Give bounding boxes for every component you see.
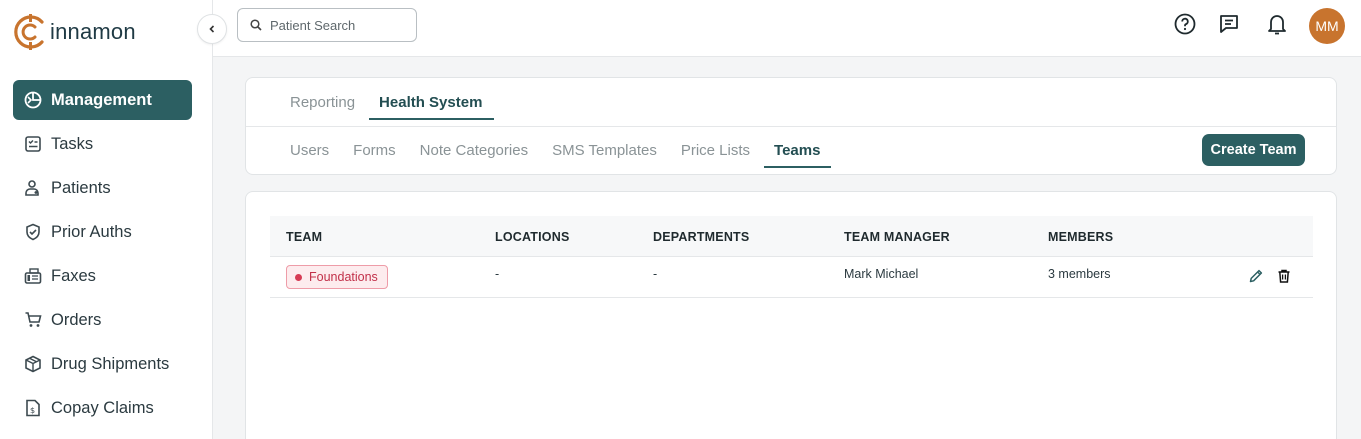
search-icon (250, 19, 262, 31)
sidebar-item-label: Prior Auths (51, 222, 132, 241)
logo-icon (14, 14, 44, 50)
create-team-button[interactable]: Create Team (1202, 134, 1305, 166)
tabs-card: Reporting Health System Users Forms Note… (245, 77, 1337, 175)
avatar[interactable]: MM (1309, 8, 1345, 44)
sidebar-item-prior-auths[interactable]: Prior Auths (13, 212, 192, 252)
tab-forms[interactable]: Forms (353, 127, 396, 173)
cell-members: 3 members (1048, 267, 1111, 281)
column-header-team[interactable]: TEAM (286, 216, 322, 257)
shield-check-icon (23, 222, 43, 242)
patients-icon (23, 178, 43, 198)
help-button[interactable] (1173, 12, 1197, 36)
sidebar-item-faxes[interactable]: Faxes (13, 256, 192, 296)
tab-sms-templates[interactable]: SMS Templates (552, 127, 657, 173)
sidebar-item-tasks[interactable]: Tasks (13, 124, 192, 164)
trash-icon (1278, 269, 1290, 283)
sidebar-item-label: Drug Shipments (51, 354, 170, 373)
tasks-icon (23, 134, 43, 154)
column-header-departments[interactable]: DEPARTMENTS (653, 216, 749, 257)
fax-icon (23, 266, 43, 286)
tab-teams[interactable]: Teams (763, 127, 832, 173)
cart-icon (23, 310, 43, 330)
sidebar-item-label: Orders (51, 310, 102, 329)
collapse-sidebar-button[interactable] (197, 14, 227, 44)
column-header-locations[interactable]: LOCATIONS (495, 216, 569, 257)
primary-tabs: Reporting Health System (290, 78, 506, 126)
sidebar-item-management[interactable]: Management (13, 80, 192, 120)
sidebar-item-orders[interactable]: Orders (13, 300, 192, 340)
chat-icon (1220, 15, 1238, 33)
edit-button[interactable] (1247, 267, 1265, 285)
status-dot (295, 273, 302, 281)
cell-departments: - (653, 267, 658, 281)
sidebar-nav: Management Tasks Patients Prior Auths Fa… (13, 80, 192, 432)
sidebar-item-label: Copay Claims (51, 398, 154, 417)
tab-users[interactable]: Users (290, 127, 329, 173)
delete-button[interactable] (1275, 267, 1293, 285)
logo-text: innamon (50, 19, 136, 44)
sidebar: innamon Management Tasks Patients Prior … (0, 0, 213, 439)
column-header-members[interactable]: MEMBERS (1048, 216, 1113, 257)
chevron-left-icon (209, 25, 215, 33)
pencil-icon (1249, 269, 1263, 283)
table-row[interactable]: Foundations - - Mark Michael 3 members (270, 257, 1313, 298)
team-badge: Foundations (286, 265, 388, 289)
management-icon (23, 90, 43, 110)
bell-icon (1268, 15, 1286, 35)
top-header: MM (213, 0, 1361, 57)
team-name: Foundations (309, 270, 378, 284)
cell-locations: - (495, 267, 500, 281)
sidebar-item-label: Management (51, 90, 152, 109)
column-header-team-manager[interactable]: TEAM MANAGER (844, 216, 950, 257)
sidebar-item-patients[interactable]: Patients (13, 168, 192, 208)
logo[interactable]: innamon (12, 12, 136, 52)
claim-icon: $ (23, 398, 43, 418)
tab-health-system[interactable]: Health System (369, 78, 495, 126)
tab-reporting[interactable]: Reporting (290, 78, 355, 126)
sidebar-item-copay-claims[interactable]: $ Copay Claims (13, 388, 192, 428)
teams-table-card: TEAM LOCATIONS DEPARTMENTS TEAM MANAGER … (245, 191, 1337, 439)
help-icon (1174, 13, 1196, 35)
patient-search[interactable] (237, 8, 417, 42)
sidebar-item-label: Tasks (51, 134, 94, 153)
tab-note-categories[interactable]: Note Categories (420, 127, 528, 173)
cell-team-manager: Mark Michael (844, 267, 919, 281)
secondary-tabs: Users Forms Note Categories SMS Template… (290, 127, 844, 175)
svg-text:$: $ (30, 406, 35, 415)
search-input[interactable] (270, 17, 400, 33)
package-icon (23, 354, 43, 374)
messages-button[interactable] (1217, 12, 1241, 36)
notifications-button[interactable] (1265, 12, 1289, 36)
table-header: TEAM LOCATIONS DEPARTMENTS TEAM MANAGER … (270, 216, 1313, 257)
sidebar-item-label: Patients (51, 178, 111, 197)
sidebar-item-label: Faxes (51, 266, 96, 285)
tab-price-lists[interactable]: Price Lists (681, 127, 750, 173)
sidebar-item-drug-shipments[interactable]: Drug Shipments (13, 344, 192, 384)
